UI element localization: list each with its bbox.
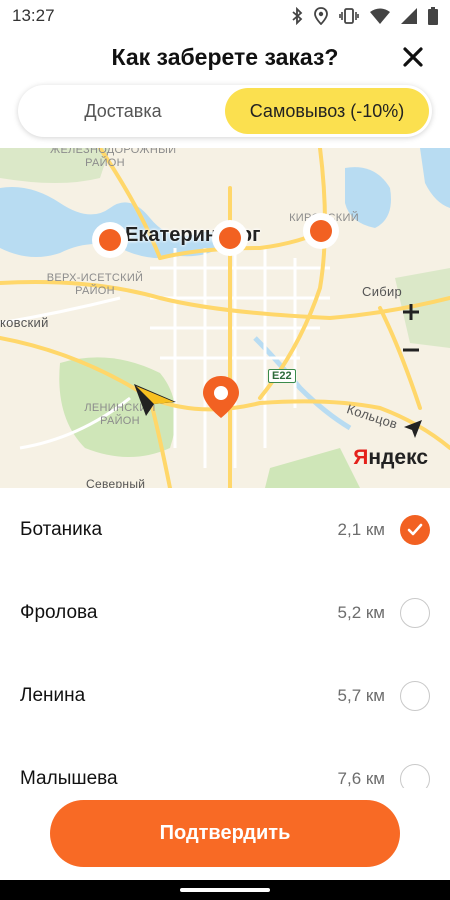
selected-location-pin-icon[interactable] [200,374,242,420]
pickup-distance: 5,7 км [337,685,385,705]
district-label: ВЕРХ-ИСЕТСКИЙ РАЙОН [46,272,144,297]
bluetooth-icon [292,7,303,25]
list-item[interactable]: Фролова 5,2 км [0,571,450,654]
minus-icon [403,348,419,352]
close-button[interactable] [398,42,428,72]
yandex-logo: Яндекс [353,446,428,469]
road-badge: E22 [268,369,296,383]
place-label: Сибир [362,284,403,299]
pickup-list: Ботаника 2,1 км Фролова 5,2 км Ленина 5,… [0,488,450,788]
location-icon [314,7,328,25]
pickup-distance: 2,1 км [337,519,385,539]
plus-icon [403,304,419,320]
header: Как заберете заказ? [0,32,450,82]
place-label: Северный [86,477,146,489]
system-nav-bar [0,880,450,900]
status-icons [291,7,438,25]
battery-icon [428,7,438,25]
pickup-distance: 5,2 км [337,602,385,622]
pickup-name: Фролова [20,601,98,623]
place-label: ковский [0,315,49,330]
radio-unselected[interactable] [400,763,430,788]
radio-unselected[interactable] [400,680,430,711]
map-canvas [0,148,450,488]
tab-delivery[interactable]: Доставка [21,88,225,134]
zoom-in-button[interactable] [402,303,436,337]
signal-icon [401,8,417,24]
pickup-point-marker[interactable] [92,222,128,258]
confirm-button[interactable]: Подтвердить [50,800,400,867]
vibrate-icon [339,8,359,24]
radio-selected[interactable] [400,514,430,545]
pickup-distance: 7,6 км [337,768,385,788]
user-location-arrow-icon [134,384,176,416]
home-indicator[interactable] [180,888,270,892]
radio-unselected[interactable] [400,597,430,628]
check-icon [407,523,423,535]
page-title: Как заберете заказ? [111,43,339,70]
district-label: ЖЕЛЕЗНОДОРОЖНЫЙ РАЙОН [50,148,177,169]
pickup-point-marker[interactable] [212,220,248,256]
wifi-icon [370,8,390,24]
tab-pickup[interactable]: Самовывоз (-10%) [225,88,429,134]
pickup-name: Ленина [20,684,86,706]
delivery-mode-toggle: Доставка Самовывоз (-10%) [18,85,432,137]
list-item[interactable]: Ботаника 2,1 км [0,488,450,571]
close-icon [403,47,423,67]
map[interactable]: ЖЕЛЕЗНОДОРОЖНЫЙ РАЙОН ВЕРХ-ИСЕТСКИЙ РАЙО… [0,148,450,488]
zoom-out-button[interactable] [402,341,436,375]
status-time: 13:27 [12,6,55,25]
list-item[interactable]: Ленина 5,7 км [0,654,450,737]
pickup-name: Малышева [20,767,118,789]
pickup-name: Ботаника [20,518,103,540]
pickup-point-marker[interactable] [303,213,339,249]
list-item[interactable]: Малышева 7,6 км [0,737,450,788]
navigation-arrow-icon [404,420,422,438]
status-bar: 13:27 [0,0,450,32]
